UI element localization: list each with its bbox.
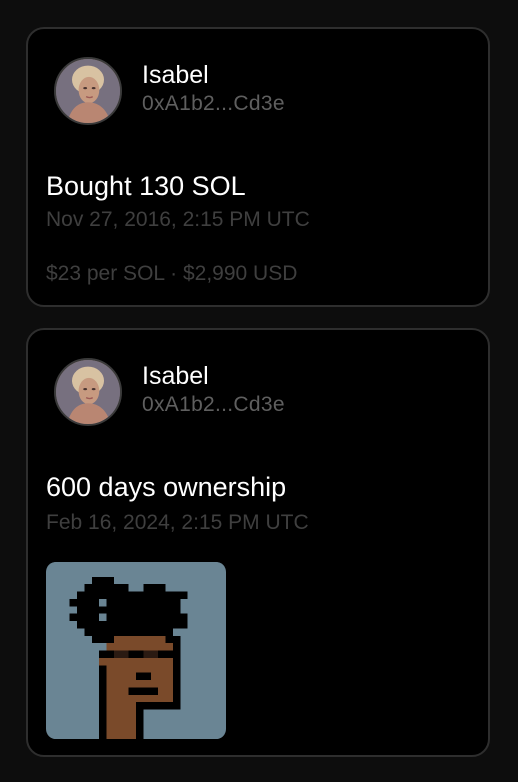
avatar[interactable] <box>54 358 122 426</box>
user-row[interactable]: Isabel 0xA1b2...Cd3e <box>54 358 285 426</box>
user-row[interactable]: Isabel 0xA1b2...Cd3e <box>54 57 285 125</box>
event-title: 600 days ownership <box>46 472 287 502</box>
user-name[interactable]: Isabel <box>142 361 285 391</box>
pixel-punk-icon <box>47 562 225 739</box>
avatar-portrait-icon <box>56 360 120 424</box>
activity-card-purchase[interactable]: Isabel 0xA1b2...Cd3e Bought 130 SOL Nov … <box>26 27 490 307</box>
avatar[interactable] <box>54 57 122 125</box>
wallet-address[interactable]: 0xA1b2...Cd3e <box>142 90 285 118</box>
user-text: Isabel 0xA1b2...Cd3e <box>142 60 285 118</box>
event-timestamp: Nov 27, 2016, 2:15 PM UTC <box>46 208 310 231</box>
wallet-address[interactable]: 0xA1b2...Cd3e <box>142 391 285 419</box>
user-name[interactable]: Isabel <box>142 60 285 90</box>
event-timestamp: Feb 16, 2024, 2:15 PM UTC <box>46 511 309 534</box>
event-title: Bought 130 SOL <box>46 171 246 201</box>
activity-card-ownership[interactable]: Isabel 0xA1b2...Cd3e 600 days ownership … <box>26 328 490 757</box>
user-text: Isabel 0xA1b2...Cd3e <box>142 361 285 419</box>
activity-feed: Isabel 0xA1b2...Cd3e Bought 130 SOL Nov … <box>0 0 518 782</box>
price-details: $23 per SOL · $2,990 USD <box>46 262 298 285</box>
avatar-portrait-icon <box>56 59 120 123</box>
nft-thumbnail[interactable] <box>46 562 226 739</box>
